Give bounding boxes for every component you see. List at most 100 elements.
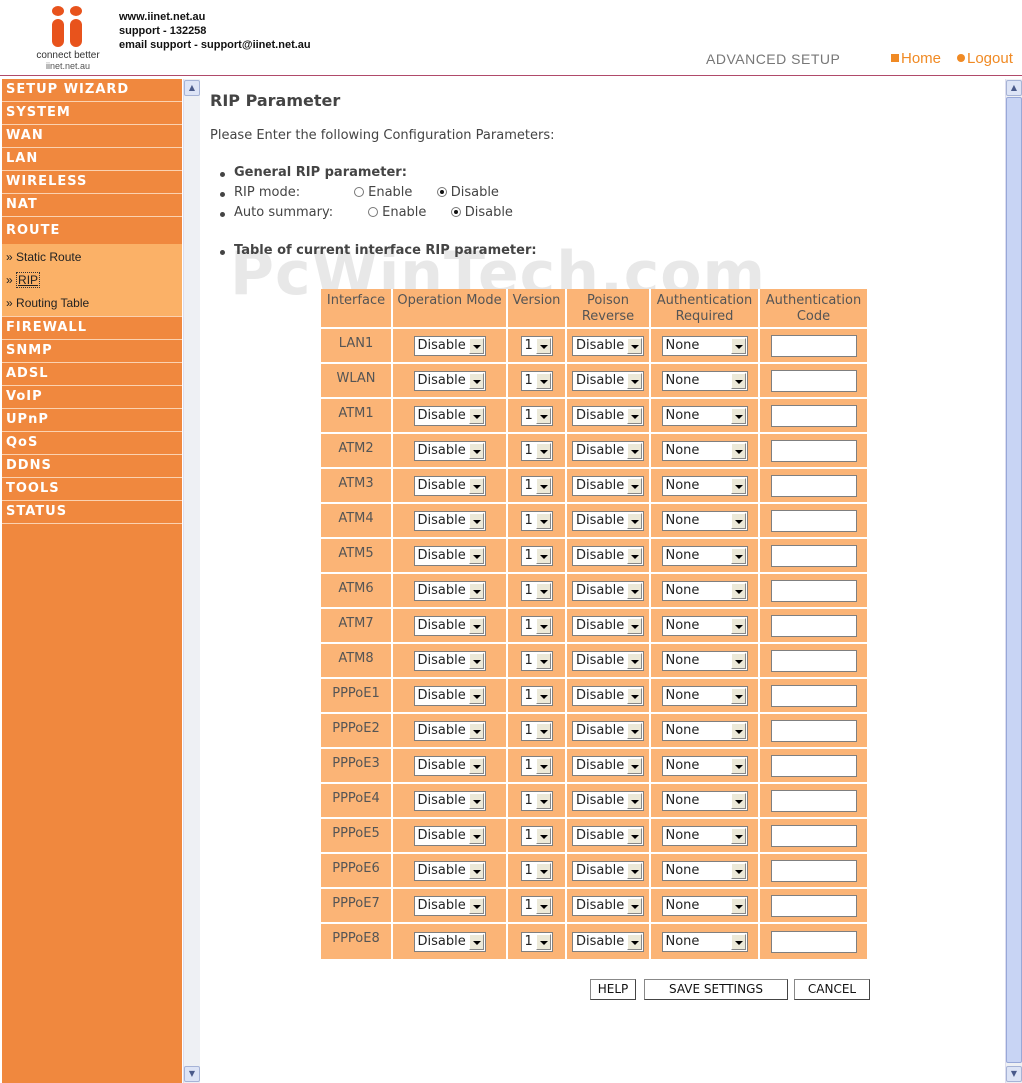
version-select[interactable]: 1 xyxy=(520,370,553,391)
auth-required-select[interactable]: None xyxy=(661,860,748,881)
rip-mode-disable-radio[interactable]: Disable xyxy=(436,185,499,200)
auth-code-input[interactable] xyxy=(770,930,857,953)
auth-required-select[interactable]: None xyxy=(661,510,748,531)
operation-mode-select[interactable]: Disable xyxy=(413,475,486,496)
sidebar-item-adsl[interactable]: ADSL xyxy=(2,363,182,386)
operation-mode-select[interactable]: Disable xyxy=(413,755,486,776)
auth-required-select[interactable]: None xyxy=(661,475,748,496)
scroll-up-arrow-icon[interactable]: ▲ xyxy=(184,80,200,96)
auth-required-select[interactable]: None xyxy=(661,545,748,566)
poison-reverse-select[interactable]: Disable xyxy=(572,650,644,671)
poison-reverse-select[interactable]: Disable xyxy=(572,825,644,846)
auth-required-select[interactable]: None xyxy=(661,405,748,426)
operation-mode-select[interactable]: Disable xyxy=(413,510,486,531)
operation-mode-select[interactable]: Disable xyxy=(413,931,486,952)
version-select[interactable]: 1 xyxy=(520,615,553,636)
rip-mode-enable-radio[interactable]: Enable xyxy=(354,185,412,200)
sidebar-item-status[interactable]: STATUS xyxy=(2,501,182,524)
auth-code-input[interactable] xyxy=(770,579,857,602)
sidebar-item-voip[interactable]: VoIP xyxy=(2,386,182,409)
version-select[interactable]: 1 xyxy=(520,440,553,461)
scroll-thumb[interactable] xyxy=(1006,97,1022,1063)
sidebar-item-snmp[interactable]: SNMP xyxy=(2,340,182,363)
sidebar-subitem-routing-table[interactable]: » Routing Table xyxy=(2,292,182,315)
auth-required-select[interactable]: None xyxy=(661,650,748,671)
poison-reverse-select[interactable]: Disable xyxy=(572,580,644,601)
poison-reverse-select[interactable]: Disable xyxy=(572,790,644,811)
auth-code-input[interactable] xyxy=(770,614,857,637)
sidebar-item-wan[interactable]: WAN xyxy=(2,125,182,148)
auto-summary-disable-radio[interactable]: Disable xyxy=(450,205,513,220)
version-select[interactable]: 1 xyxy=(520,895,553,916)
auth-code-input[interactable] xyxy=(770,719,857,742)
auth-required-select[interactable]: None xyxy=(661,931,748,952)
operation-mode-select[interactable]: Disable xyxy=(413,720,486,741)
operation-mode-select[interactable]: Disable xyxy=(413,615,486,636)
operation-mode-select[interactable]: Disable xyxy=(413,685,486,706)
version-select[interactable]: 1 xyxy=(520,755,553,776)
cancel-button[interactable]: CANCEL xyxy=(794,979,870,1000)
operation-mode-select[interactable]: Disable xyxy=(413,895,486,916)
auth-code-input[interactable] xyxy=(770,789,857,812)
main-scrollbar[interactable]: ▲ ▼ xyxy=(1005,79,1022,1083)
sidebar-item-ddns[interactable]: DDNS xyxy=(2,455,182,478)
sidebar-item-qos[interactable]: QoS xyxy=(2,432,182,455)
auth-code-input[interactable] xyxy=(770,859,857,882)
poison-reverse-select[interactable]: Disable xyxy=(572,720,644,741)
poison-reverse-select[interactable]: Disable xyxy=(572,860,644,881)
operation-mode-select[interactable]: Disable xyxy=(413,790,486,811)
poison-reverse-select[interactable]: Disable xyxy=(572,545,644,566)
scroll-up-arrow-icon[interactable]: ▲ xyxy=(1006,80,1022,96)
auth-required-select[interactable]: None xyxy=(661,580,748,601)
auth-required-select[interactable]: None xyxy=(661,790,748,811)
auth-required-select[interactable]: None xyxy=(661,755,748,776)
operation-mode-select[interactable]: Disable xyxy=(413,580,486,601)
sidebar-item-lan[interactable]: LAN xyxy=(2,148,182,171)
scroll-down-arrow-icon[interactable]: ▼ xyxy=(1006,1066,1022,1082)
auth-required-select[interactable]: None xyxy=(661,440,748,461)
auth-required-select[interactable]: None xyxy=(661,685,748,706)
auth-required-select[interactable]: None xyxy=(661,370,748,391)
sidebar-item-setup-wizard[interactable]: SETUP WIZARD xyxy=(2,79,182,102)
home-link[interactable]: Home xyxy=(891,50,941,67)
operation-mode-select[interactable]: Disable xyxy=(413,545,486,566)
version-select[interactable]: 1 xyxy=(520,545,553,566)
operation-mode-select[interactable]: Disable xyxy=(413,860,486,881)
version-select[interactable]: 1 xyxy=(520,860,553,881)
version-select[interactable]: 1 xyxy=(520,475,553,496)
sidebar-item-route[interactable]: ROUTE xyxy=(2,217,182,244)
version-select[interactable]: 1 xyxy=(520,510,553,531)
poison-reverse-select[interactable]: Disable xyxy=(572,475,644,496)
operation-mode-select[interactable]: Disable xyxy=(413,650,486,671)
auth-code-input[interactable] xyxy=(770,894,857,917)
sidebar-item-system[interactable]: SYSTEM xyxy=(2,102,182,125)
logout-link[interactable]: Logout xyxy=(957,50,1013,67)
auth-required-select[interactable]: None xyxy=(661,335,748,356)
sidebar-subitem-rip[interactable]: » RIP xyxy=(2,269,182,292)
auth-code-input[interactable] xyxy=(770,509,857,532)
auth-required-select[interactable]: None xyxy=(661,895,748,916)
scroll-down-arrow-icon[interactable]: ▼ xyxy=(184,1066,200,1082)
auth-code-input[interactable] xyxy=(770,684,857,707)
operation-mode-select[interactable]: Disable xyxy=(413,335,486,356)
version-select[interactable]: 1 xyxy=(520,720,553,741)
save-settings-button[interactable]: SAVE SETTINGS xyxy=(644,979,788,1000)
auth-code-input[interactable] xyxy=(770,439,857,462)
sidebar-item-tools[interactable]: TOOLS xyxy=(2,478,182,501)
version-select[interactable]: 1 xyxy=(520,405,553,426)
auth-code-input[interactable] xyxy=(770,334,857,357)
operation-mode-select[interactable]: Disable xyxy=(413,440,486,461)
sidebar-item-upnp[interactable]: UPnP xyxy=(2,409,182,432)
auth-code-input[interactable] xyxy=(770,649,857,672)
poison-reverse-select[interactable]: Disable xyxy=(572,405,644,426)
auth-required-select[interactable]: None xyxy=(661,615,748,636)
poison-reverse-select[interactable]: Disable xyxy=(572,685,644,706)
sidebar-item-nat[interactable]: NAT xyxy=(2,194,182,217)
poison-reverse-select[interactable]: Disable xyxy=(572,931,644,952)
poison-reverse-select[interactable]: Disable xyxy=(572,370,644,391)
operation-mode-select[interactable]: Disable xyxy=(413,405,486,426)
sidebar-subitem-static-route[interactable]: » Static Route xyxy=(2,246,182,269)
version-select[interactable]: 1 xyxy=(520,790,553,811)
poison-reverse-select[interactable]: Disable xyxy=(572,440,644,461)
help-button[interactable]: HELP xyxy=(590,979,636,1000)
